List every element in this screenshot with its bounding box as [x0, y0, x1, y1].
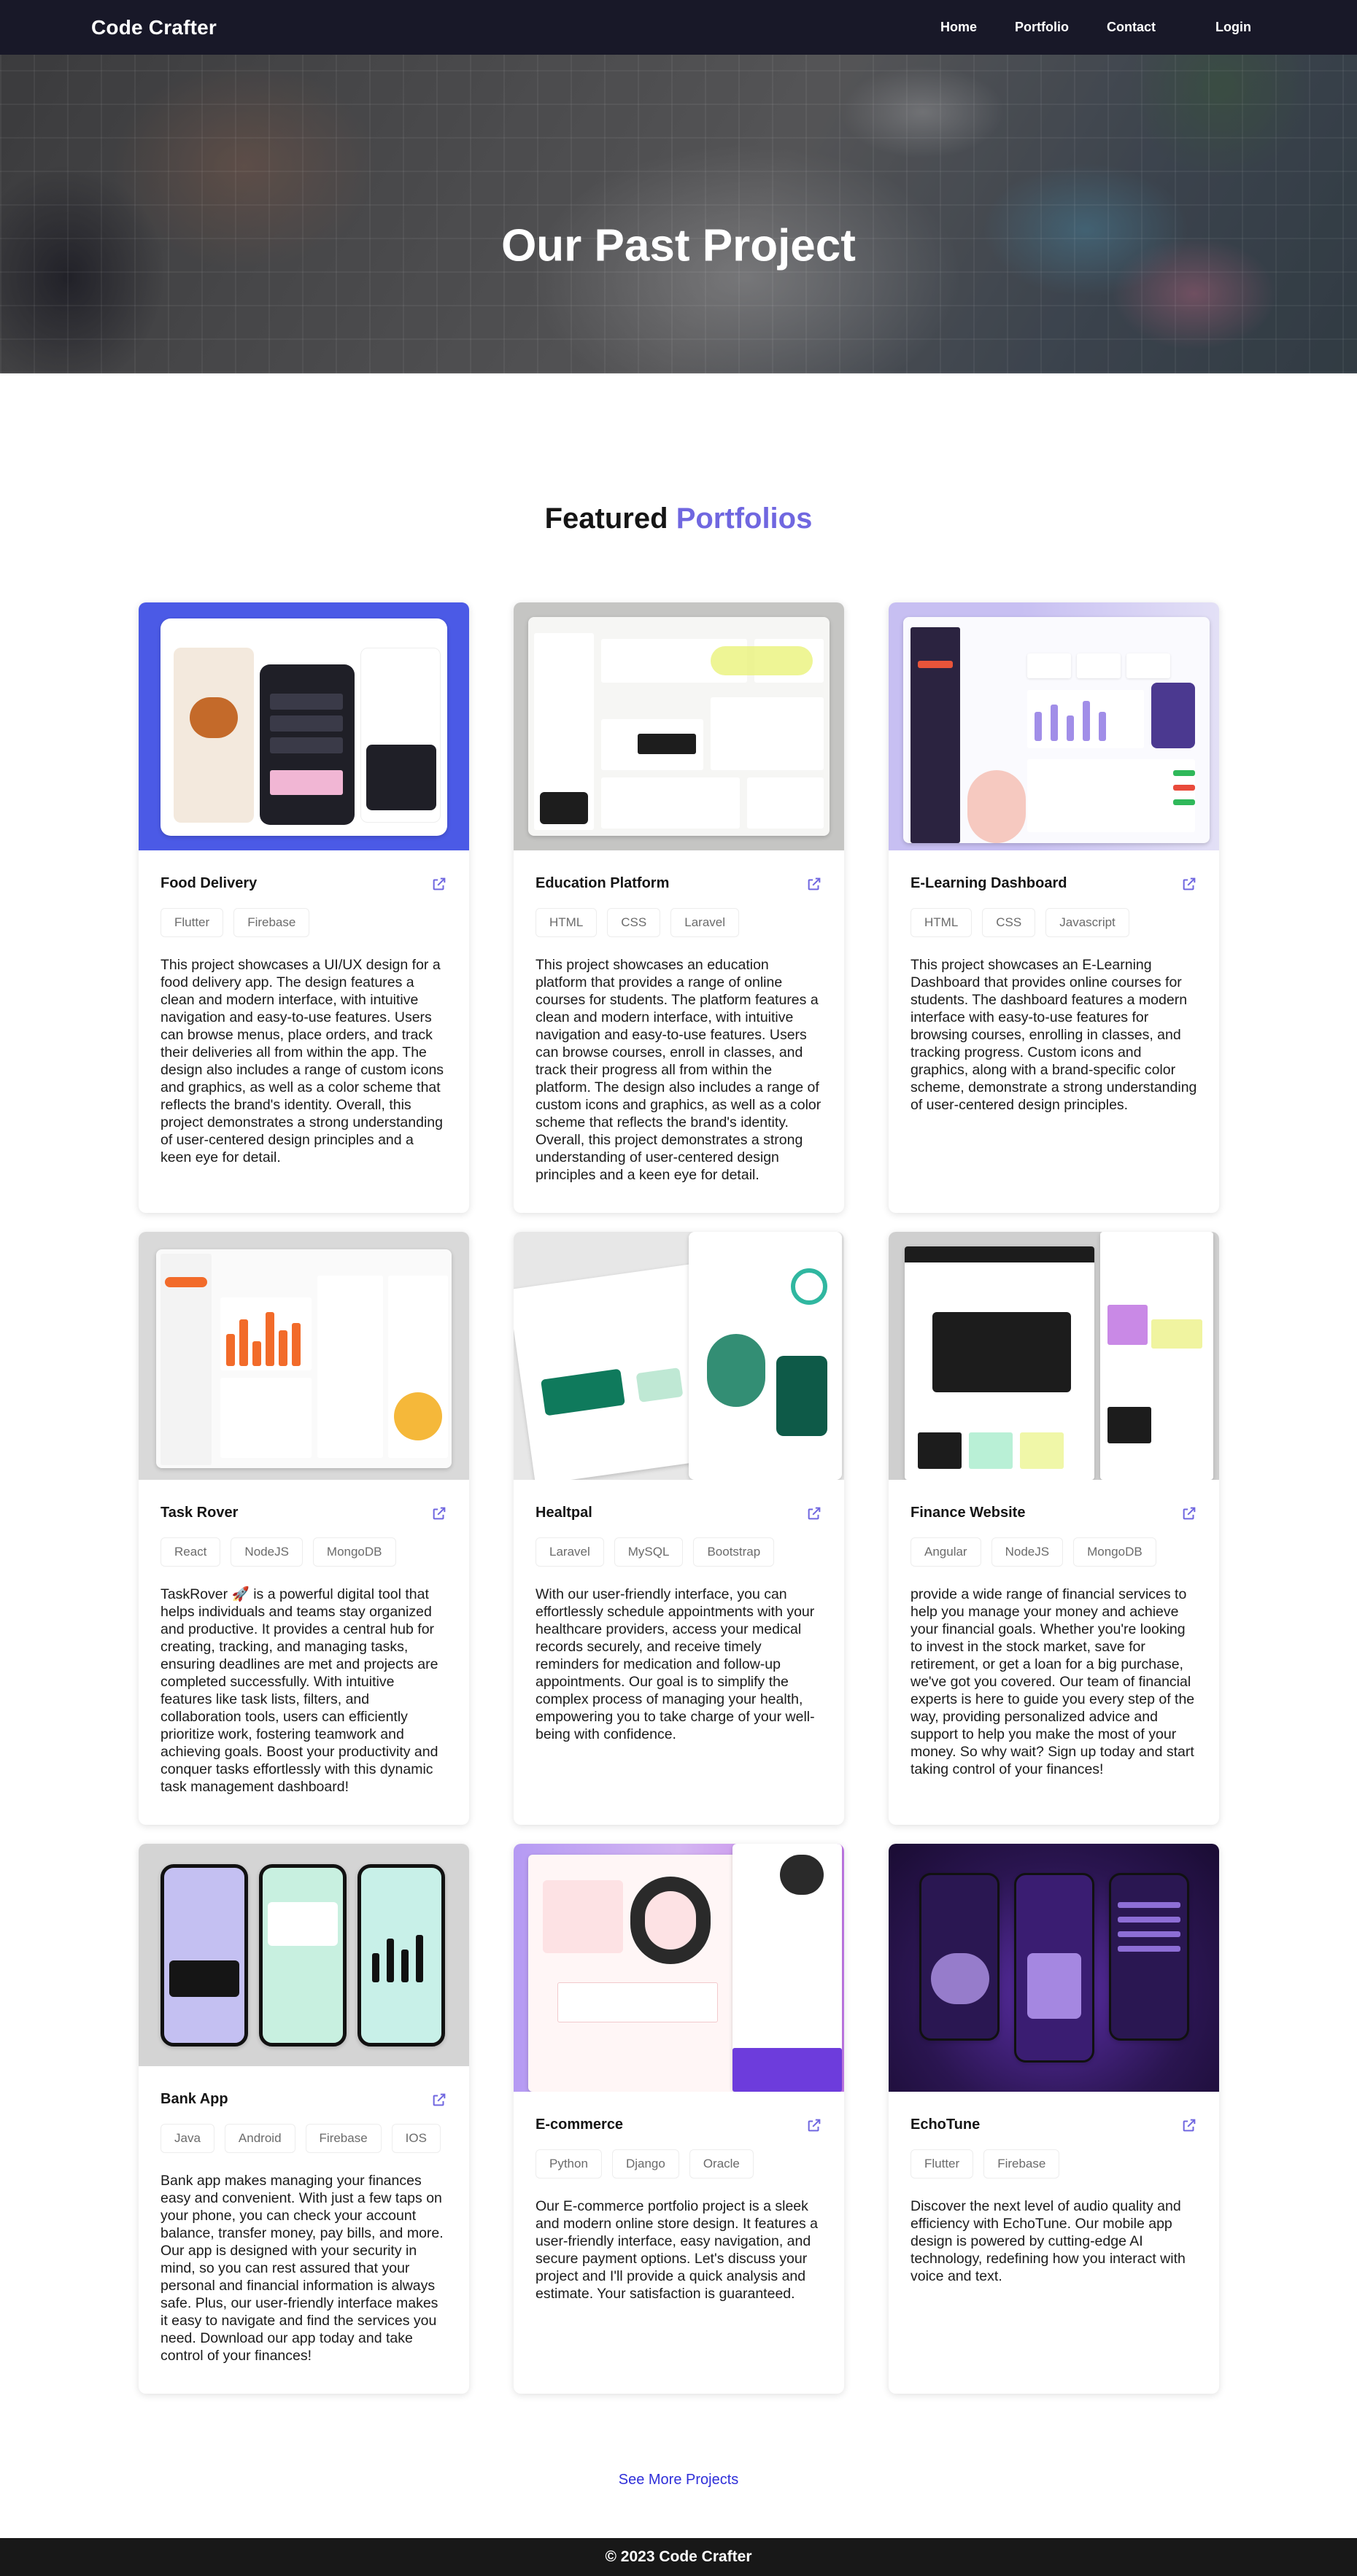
tech-tag: NodeJS [991, 1537, 1064, 1567]
project-thumbnail [139, 1844, 469, 2066]
project-card: Education Platform HTML CSS Laravel This… [514, 602, 844, 1213]
project-description: This project showcases an E-Learning Das… [911, 957, 1197, 1113]
external-link-icon[interactable] [806, 2117, 822, 2133]
external-link-icon[interactable] [806, 1505, 822, 1521]
tech-tag: Angular [911, 1537, 981, 1567]
project-title: Finance Website [911, 1505, 1026, 1521]
tech-tag: Javascript [1045, 908, 1129, 937]
section-title: Featured Portfolios [0, 503, 1357, 535]
project-title: Task Rover [161, 1505, 239, 1521]
tech-tags: Java Android Firebase IOS [161, 2124, 447, 2153]
tech-tags: Flutter Firebase [161, 908, 447, 937]
project-thumbnail [139, 1232, 469, 1480]
project-description: With our user-friendly interface, you ca… [536, 1586, 815, 1742]
external-link-icon[interactable] [431, 2092, 447, 2108]
tech-tags: Angular NodeJS MongoDB [911, 1537, 1197, 1567]
tech-tag: MySQL [614, 1537, 684, 1567]
tech-tag: Firebase [233, 908, 310, 937]
project-description: Discover the next level of audio quality… [911, 2198, 1186, 2284]
project-card: Finance Website Angular NodeJS MongoDB p… [889, 1232, 1219, 1825]
project-title: EchoTune [911, 2117, 981, 2133]
project-card: Healtpal Laravel MySQL Bootstrap With ou… [514, 1232, 844, 1825]
see-more-projects-link[interactable]: See More Projects [0, 2472, 1357, 2488]
project-title: Education Platform [536, 875, 670, 891]
brand-logo[interactable]: Code Crafter [91, 16, 217, 39]
nav-link-portfolio[interactable]: Portfolio [1015, 20, 1069, 35]
tech-tags: HTML CSS Laravel [536, 908, 822, 937]
nav-link-contact[interactable]: Contact [1107, 20, 1156, 35]
project-description: This project showcases an education plat… [536, 957, 821, 1183]
footer-copyright: © 2023 Code Crafter [605, 2548, 752, 2565]
external-link-icon[interactable] [1181, 1505, 1197, 1521]
tech-tag: IOS [391, 2124, 441, 2153]
project-card: Food Delivery Flutter Firebase This proj… [139, 602, 469, 1213]
tech-tag: CSS [607, 908, 661, 937]
project-card: EchoTune Flutter Firebase Discover the n… [889, 1844, 1219, 2394]
tech-tag: Flutter [161, 908, 224, 937]
project-thumbnail [514, 1844, 844, 2092]
hero-banner: Our Past Project [0, 55, 1357, 373]
project-description: This project showcases a UI/UX design fo… [161, 957, 444, 1165]
tech-tag: HTML [536, 908, 598, 937]
project-title: Food Delivery [161, 875, 258, 891]
portfolio-grid: Food Delivery Flutter Firebase This proj… [139, 602, 1220, 2394]
tech-tag: Android [224, 2124, 295, 2153]
tech-tag: Flutter [911, 2149, 974, 2179]
tech-tag: React [161, 1537, 221, 1567]
footer: © 2023 Code Crafter [0, 2538, 1357, 2576]
tech-tags: Flutter Firebase [911, 2149, 1197, 2179]
tech-tag: Oracle [689, 2149, 754, 2179]
tech-tag: HTML [911, 908, 973, 937]
top-navbar: Code Crafter Home Portfolio Contact Logi… [0, 0, 1357, 55]
project-card: Bank App Java Android Firebase IOS Bank … [139, 1844, 469, 2394]
tech-tags: HTML CSS Javascript [911, 908, 1197, 937]
external-link-icon[interactable] [1181, 876, 1197, 892]
tech-tag: Firebase [305, 2124, 382, 2153]
external-link-icon[interactable] [431, 876, 447, 892]
project-title: E-Learning Dashboard [911, 875, 1067, 891]
project-description: provide a wide range of financial servic… [911, 1586, 1195, 1777]
tech-tags: Laravel MySQL Bootstrap [536, 1537, 822, 1567]
project-thumbnail [889, 1232, 1219, 1480]
tech-tag: Laravel [536, 1537, 604, 1567]
tech-tag: Django [611, 2149, 679, 2179]
project-thumbnail [139, 602, 469, 850]
project-title: Healtpal [536, 1505, 592, 1521]
hero-title: Our Past Project [501, 220, 856, 271]
nav-link-home[interactable]: Home [940, 20, 977, 35]
project-thumbnail [514, 1232, 844, 1480]
tech-tag: CSS [982, 908, 1036, 937]
external-link-icon[interactable] [431, 1505, 447, 1521]
tech-tags: React NodeJS MongoDB [161, 1537, 447, 1567]
section-title-main: Featured [544, 503, 668, 535]
tech-tag: Python [536, 2149, 602, 2179]
section-title-accent: Portfolios [676, 503, 813, 535]
tech-tag: MongoDB [1073, 1537, 1156, 1567]
project-thumbnail [889, 1844, 1219, 2092]
tech-tag: NodeJS [231, 1537, 303, 1567]
project-title: E-commerce [536, 2117, 624, 2133]
project-title: Bank App [161, 2091, 228, 2107]
project-description: Our E-commerce portfolio project is a sl… [536, 2198, 818, 2302]
tech-tag: MongoDB [312, 1537, 396, 1567]
nav-links: Home Portfolio Contact Login [902, 20, 1266, 35]
project-thumbnail [514, 602, 844, 850]
project-card: E-Learning Dashboard HTML CSS Javascript… [889, 602, 1219, 1213]
project-thumbnail [889, 602, 1219, 850]
tech-tag: Firebase [983, 2149, 1060, 2179]
tech-tags: Python Django Oracle [536, 2149, 822, 2179]
project-description: TaskRover 🚀 is a powerful digital tool t… [161, 1586, 438, 1795]
external-link-icon[interactable] [806, 876, 822, 892]
tech-tag: Java [161, 2124, 214, 2153]
tech-tag: Bootstrap [693, 1537, 775, 1567]
project-card: E-commerce Python Django Oracle Our E-co… [514, 1844, 844, 2394]
login-link[interactable]: Login [1215, 20, 1251, 35]
project-card: Task Rover React NodeJS MongoDB TaskRove… [139, 1232, 469, 1825]
project-description: Bank app makes managing your finances ea… [161, 2173, 444, 2364]
tech-tag: Laravel [670, 908, 740, 937]
external-link-icon[interactable] [1181, 2117, 1197, 2133]
